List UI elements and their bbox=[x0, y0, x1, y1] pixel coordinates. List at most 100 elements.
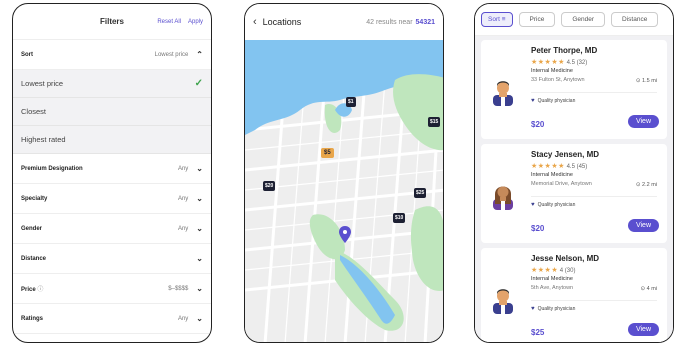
doctor-price: $20 bbox=[531, 120, 545, 129]
zip-link[interactable]: 54321 bbox=[416, 19, 435, 26]
filters-title: Filters bbox=[99, 17, 124, 26]
quality-badge: ♥ Quality physician bbox=[531, 306, 575, 312]
rating-text: 4.5 (45) bbox=[566, 164, 588, 170]
filter-value: Any bbox=[177, 225, 189, 232]
filter-label: Specialty bbox=[21, 195, 48, 202]
doctor-card[interactable]: Jesse Nelson, MD ★★★★ 4 (30) Internal Me… bbox=[481, 248, 667, 342]
quality-text: Quality physician bbox=[537, 98, 576, 104]
rating-stars: ★★★★ bbox=[531, 267, 559, 274]
sort-option-lowest-price[interactable]: Lowest price ✓ bbox=[13, 70, 211, 98]
map-pin[interactable]: $15 bbox=[428, 117, 441, 127]
results-screen: Sort ≡ Price Gender Distance Peter Thorp… bbox=[474, 3, 674, 343]
sort-label: Sort bbox=[21, 51, 33, 58]
doctor-distance: ⊙ 1.5 mi bbox=[636, 78, 657, 84]
chevron-down-icon[interactable]: ⌄ bbox=[196, 164, 203, 173]
map-header: ‹ Locations 42 results near 54321 bbox=[245, 4, 443, 40]
filter-label: Premium Designation bbox=[21, 165, 83, 172]
filter-row-specialty[interactable]: Specialty Any ⌄ bbox=[13, 184, 211, 214]
pin-icon: ⊙ bbox=[640, 286, 646, 292]
sort-chip[interactable]: Sort ≡ bbox=[481, 12, 513, 27]
filter-label: Ratings bbox=[21, 315, 44, 322]
doctor-address: 5th Ave, Anytown bbox=[531, 285, 574, 291]
filter-chips: Sort ≡ Price Gender Distance bbox=[475, 4, 673, 36]
filter-row-distance[interactable]: Distance ⌄ bbox=[13, 244, 211, 274]
map-pin[interactable]: $25 bbox=[414, 188, 427, 198]
quality-badge: ♥ Quality physician bbox=[531, 202, 575, 208]
map-screen: ‹ Locations 42 results near 54321 $1 $15… bbox=[244, 3, 444, 343]
chevron-down-icon[interactable]: ⌄ bbox=[196, 284, 203, 293]
chevron-up-icon[interactable]: ⌃ bbox=[196, 50, 203, 59]
map-pin-selected[interactable]: $5 bbox=[321, 148, 334, 158]
check-icon: ✓ bbox=[194, 78, 203, 89]
heart-icon: ♥ bbox=[531, 306, 535, 312]
chevron-down-icon[interactable]: ⌄ bbox=[196, 314, 203, 323]
back-arrow-icon[interactable]: ‹ bbox=[253, 16, 257, 28]
doctor-name: Stacy Jensen, MD bbox=[531, 150, 600, 159]
rating-stars: ★★★★★ bbox=[531, 163, 565, 170]
view-button[interactable]: View bbox=[627, 323, 659, 336]
doctor-rating: ★★★★ 4 (30) bbox=[531, 266, 575, 274]
chip-label: Sort bbox=[488, 16, 500, 23]
doctor-price: $25 bbox=[531, 328, 545, 337]
chevron-down-icon[interactable]: ⌄ bbox=[196, 254, 203, 263]
doctor-name: Peter Thorpe, MD bbox=[531, 46, 598, 55]
filter-row-gender[interactable]: Gender Any ⌄ bbox=[13, 214, 211, 244]
pin-icon: ⊙ bbox=[635, 182, 641, 188]
results-count: 42 results near bbox=[366, 18, 413, 26]
distance-text: 2.2 mi bbox=[642, 182, 657, 188]
view-button[interactable]: View bbox=[627, 115, 659, 128]
heart-icon: ♥ bbox=[531, 98, 535, 104]
map-pin[interactable]: $20 bbox=[263, 181, 276, 191]
doctor-rating: ★★★★★ 4.5 (32) bbox=[531, 58, 587, 66]
rating-text: 4 (30) bbox=[559, 268, 576, 274]
distance-chip[interactable]: Distance bbox=[611, 12, 659, 27]
pin-icon: ⊙ bbox=[635, 78, 641, 84]
filter-row-price[interactable]: Price ⓘ $–$$$$ ⌄ bbox=[13, 274, 211, 304]
divider bbox=[531, 300, 657, 301]
rating-stars: ★★★★★ bbox=[531, 59, 565, 66]
quality-text: Quality physician bbox=[537, 306, 576, 312]
sort-option-highest-rated[interactable]: Highest rated bbox=[13, 126, 211, 154]
results-list: Peter Thorpe, MD ★★★★★ 4.5 (32) Internal… bbox=[475, 36, 673, 342]
doctor-avatar bbox=[493, 289, 513, 314]
filter-value: Any bbox=[177, 165, 189, 172]
price-label-text: Price bbox=[21, 287, 36, 293]
map-title: Locations bbox=[262, 17, 302, 27]
divider bbox=[531, 92, 657, 93]
doctor-card[interactable]: Stacy Jensen, MD ★★★★★ 4.5 (45) Internal… bbox=[481, 144, 667, 243]
filter-row-premium-designation[interactable]: Premium Designation Any ⌄ bbox=[13, 154, 211, 184]
doctor-distance: ⊙ 4 mi bbox=[640, 286, 657, 292]
filters-screen: Filters Reset All Apply Sort Lowest pric… bbox=[12, 3, 212, 343]
map-pin[interactable]: $10 bbox=[393, 213, 406, 223]
sort-lines-icon: ≡ bbox=[501, 16, 506, 23]
map-pin[interactable]: $1 bbox=[346, 97, 356, 107]
heart-icon: ♥ bbox=[531, 202, 535, 208]
filter-row-ratings[interactable]: Ratings Any ⌄ bbox=[13, 304, 211, 334]
doctor-avatar bbox=[493, 81, 513, 106]
filter-label: Distance bbox=[21, 255, 47, 262]
reset-all-button[interactable]: Reset All bbox=[157, 19, 181, 25]
chevron-down-icon[interactable]: ⌄ bbox=[196, 224, 203, 233]
sort-value: Lowest price bbox=[154, 51, 189, 58]
filters-header: Filters Reset All Apply bbox=[13, 4, 211, 40]
sort-option-label: Lowest price bbox=[21, 79, 64, 88]
rating-text: 4.5 (32) bbox=[566, 60, 588, 66]
sort-option-closest[interactable]: Closest bbox=[13, 98, 211, 126]
doctor-address: 33 Fulton St, Anytown bbox=[531, 77, 585, 83]
view-button[interactable]: View bbox=[627, 219, 659, 232]
gender-chip[interactable]: Gender bbox=[561, 12, 606, 27]
doctor-rating: ★★★★★ 4.5 (45) bbox=[531, 162, 587, 170]
filter-value: Any bbox=[177, 195, 189, 202]
price-chip[interactable]: Price bbox=[518, 12, 556, 27]
doctor-specialty: Internal Medicine bbox=[531, 68, 573, 74]
doctor-specialty: Internal Medicine bbox=[531, 172, 573, 178]
filter-label: Gender bbox=[21, 225, 43, 232]
doctor-card[interactable]: Peter Thorpe, MD ★★★★★ 4.5 (32) Internal… bbox=[481, 40, 667, 139]
info-icon[interactable]: ⓘ bbox=[37, 287, 43, 293]
sort-row[interactable]: Sort Lowest price ⌃ bbox=[13, 40, 211, 70]
filter-value: $–$$$$ bbox=[168, 285, 189, 292]
apply-button[interactable]: Apply bbox=[188, 19, 203, 25]
chevron-down-icon[interactable]: ⌄ bbox=[196, 194, 203, 203]
doctor-price: $20 bbox=[531, 224, 545, 233]
doctor-specialty: Internal Medicine bbox=[531, 276, 573, 282]
